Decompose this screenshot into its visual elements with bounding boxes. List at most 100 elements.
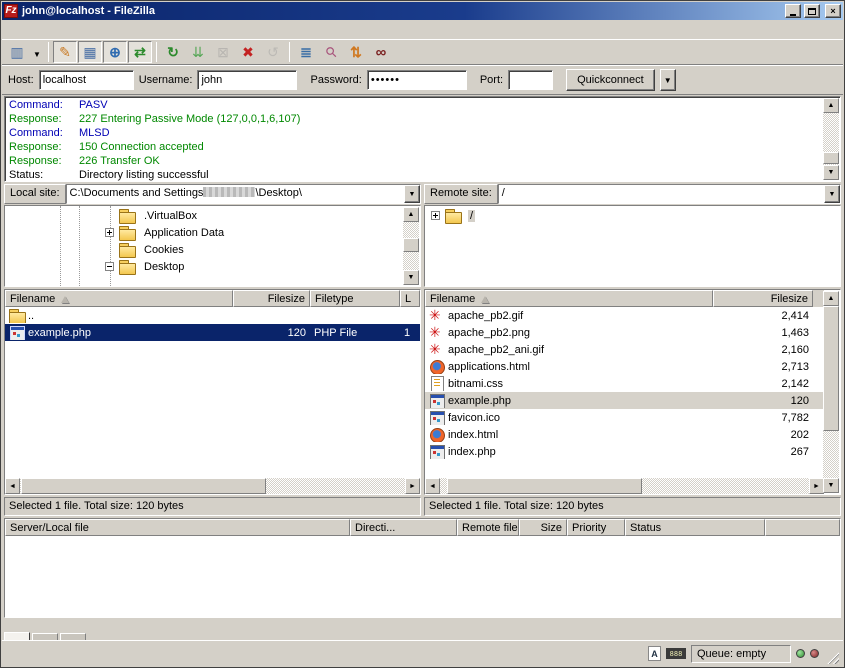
local-hscrollbar[interactable]: ◄ ► bbox=[5, 478, 420, 494]
expander-icon[interactable] bbox=[431, 211, 440, 220]
local-site-bar: Local site: C:\Documents and Settings\De… bbox=[4, 184, 421, 204]
file-row[interactable]: index.html 202 bbox=[425, 426, 824, 443]
file-row[interactable]: applications.html 2,713 bbox=[425, 358, 824, 375]
tree-item[interactable]: Desktop bbox=[105, 258, 420, 275]
expander-icon[interactable] bbox=[105, 228, 114, 237]
column-header-filetype[interactable]: Filetype bbox=[310, 290, 400, 307]
queue-column-header[interactable]: Size bbox=[519, 519, 567, 536]
menu-item[interactable] bbox=[68, 28, 84, 32]
queue-column-header[interactable]: Status bbox=[625, 519, 765, 536]
expander-icon[interactable] bbox=[105, 262, 114, 271]
local-tree-scrollbar[interactable]: ▲ ▼ bbox=[403, 207, 419, 285]
remote-path-dropdown[interactable]: ▼ bbox=[824, 185, 840, 203]
local-status: Selected 1 file. Total size: 120 bytes bbox=[4, 497, 421, 516]
menu-item[interactable] bbox=[84, 28, 100, 32]
file-row[interactable]: example.php 120 PHP File 1 bbox=[5, 324, 420, 341]
password-label: Password: bbox=[310, 74, 361, 86]
file-row[interactable]: index.php 267 bbox=[425, 443, 824, 460]
scrollbar-thumb[interactable] bbox=[403, 238, 419, 252]
tree-item[interactable]: / bbox=[431, 207, 840, 224]
column-header-lastmodified[interactable]: L bbox=[400, 290, 420, 307]
local-path-dropdown[interactable]: ▼ bbox=[404, 185, 420, 203]
file-row[interactable]: example.php 120 bbox=[425, 392, 824, 409]
remote-path-combo[interactable]: / ▼ bbox=[498, 184, 841, 204]
port-input[interactable] bbox=[508, 70, 553, 90]
toolbar-toggle-button[interactable] bbox=[103, 41, 127, 63]
toolbar-button[interactable] bbox=[186, 41, 210, 63]
scroll-down-icon[interactable]: ▼ bbox=[823, 478, 839, 493]
file-row[interactable]: favicon.ico 7,782 bbox=[425, 409, 824, 426]
scroll-down-icon[interactable]: ▼ bbox=[403, 270, 419, 285]
remote-list-scrollbar[interactable]: ▲ ▼ bbox=[823, 291, 839, 493]
scroll-right-icon[interactable]: ► bbox=[405, 478, 420, 494]
scroll-up-icon[interactable]: ▲ bbox=[403, 207, 419, 222]
file-row[interactable]: bitnami.css 2,142 bbox=[425, 375, 824, 392]
log-scrollbar[interactable]: ▲ ▼ bbox=[823, 98, 839, 180]
quickconnect-dropdown-button[interactable]: ▼ bbox=[660, 69, 676, 91]
tree-item[interactable]: Application Data bbox=[105, 224, 420, 241]
resize-grip[interactable] bbox=[826, 651, 839, 664]
toolbar-toggle-button[interactable] bbox=[78, 41, 102, 63]
scroll-up-icon[interactable]: ▲ bbox=[823, 291, 839, 306]
toolbar-button[interactable] bbox=[294, 41, 318, 63]
menu-item[interactable] bbox=[52, 28, 68, 32]
queue-column-header[interactable]: Remote file bbox=[457, 519, 519, 536]
queue-column-header[interactable]: Priority bbox=[567, 519, 625, 536]
scrollbar-thumb[interactable] bbox=[447, 478, 642, 494]
queue-column-header[interactable]: Directi... bbox=[350, 519, 457, 536]
username-input[interactable] bbox=[197, 70, 297, 90]
file-row[interactable]: .. bbox=[5, 307, 420, 324]
file-row[interactable]: apache_pb2_ani.gif 2,160 bbox=[425, 341, 824, 358]
toolbar-button[interactable] bbox=[5, 41, 29, 63]
tree-item[interactable]: .VirtualBox bbox=[105, 207, 420, 224]
host-input[interactable] bbox=[39, 70, 134, 90]
scroll-up-icon[interactable]: ▲ bbox=[823, 98, 839, 113]
toolbar-toggle-button[interactable] bbox=[128, 41, 152, 63]
toolbar-button[interactable] bbox=[261, 41, 285, 63]
queue-tab[interactable] bbox=[60, 633, 86, 640]
apache-icon bbox=[429, 342, 446, 357]
file-row[interactable]: apache_pb2.gif 2,414 bbox=[425, 307, 824, 324]
menu-item[interactable] bbox=[100, 28, 116, 32]
remote-path[interactable]: / bbox=[499, 185, 824, 203]
toolbar-button[interactable] bbox=[161, 41, 185, 63]
menu-item[interactable] bbox=[36, 28, 52, 32]
column-header-filename[interactable]: Filename bbox=[425, 290, 713, 307]
queue-column-header[interactable] bbox=[765, 519, 840, 536]
toolbar-button[interactable] bbox=[30, 41, 44, 63]
scroll-down-icon[interactable]: ▼ bbox=[823, 165, 839, 180]
local-path[interactable]: C:\Documents and Settings\Desktop\ bbox=[67, 185, 404, 203]
menu-item[interactable] bbox=[4, 28, 20, 32]
queue-tab[interactable] bbox=[32, 633, 58, 640]
tree-item-label: Application Data bbox=[142, 227, 226, 239]
maximize-button[interactable] bbox=[804, 4, 820, 18]
toolbar-toggle-button[interactable] bbox=[53, 41, 77, 63]
toolbar-button[interactable] bbox=[344, 41, 368, 63]
minimize-button[interactable] bbox=[785, 4, 801, 18]
tree-item[interactable]: Cookies bbox=[105, 241, 420, 258]
menu-item[interactable] bbox=[20, 28, 36, 32]
file-row[interactable]: apache_pb2.png 1,463 bbox=[425, 324, 824, 341]
remote-hscrollbar[interactable]: ◄ ► bbox=[425, 478, 824, 494]
local-path-combo[interactable]: C:\Documents and Settings\Desktop\ ▼ bbox=[66, 184, 421, 204]
scrollbar-thumb[interactable] bbox=[823, 306, 839, 431]
quickconnect-button[interactable]: Quickconnect bbox=[566, 69, 655, 91]
toolbar-button[interactable] bbox=[369, 41, 393, 63]
column-header-filename[interactable]: Filename bbox=[5, 290, 233, 307]
column-header-filesize[interactable]: Filesize bbox=[713, 290, 813, 307]
scroll-left-icon[interactable]: ◄ bbox=[5, 478, 20, 494]
toolbar-button[interactable] bbox=[319, 41, 343, 63]
queue-column-header[interactable]: Server/Local file bbox=[5, 519, 350, 536]
file-name: apache_pb2.png bbox=[448, 327, 530, 339]
scroll-right-icon[interactable]: ► bbox=[809, 478, 824, 494]
scrollbar-thumb[interactable] bbox=[21, 478, 266, 494]
column-header-filesize[interactable]: Filesize bbox=[233, 290, 310, 307]
toolbar-button[interactable] bbox=[211, 41, 235, 63]
filezilla-app-icon[interactable]: Fz bbox=[4, 4, 18, 18]
scrollbar-thumb[interactable] bbox=[823, 152, 839, 164]
close-button[interactable]: × bbox=[825, 4, 841, 18]
toolbar-button[interactable] bbox=[236, 41, 260, 63]
scroll-left-icon[interactable]: ◄ bbox=[425, 478, 440, 494]
queue-tab[interactable] bbox=[4, 632, 30, 640]
password-input[interactable] bbox=[367, 70, 467, 90]
